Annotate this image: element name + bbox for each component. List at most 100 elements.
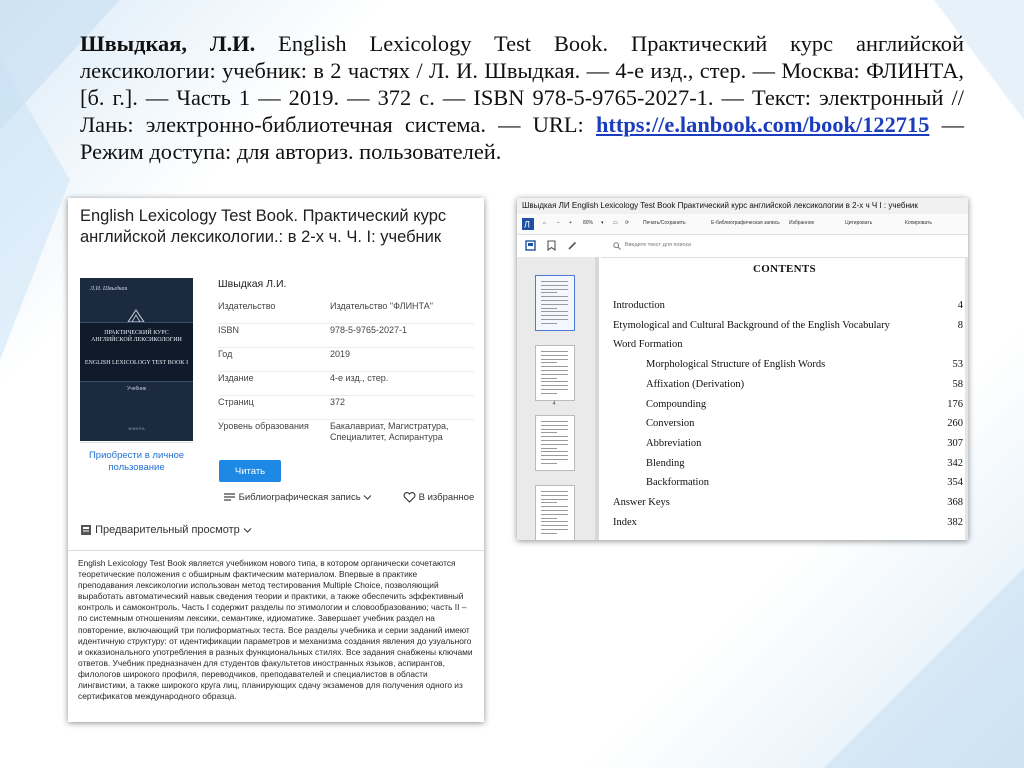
page-thumbnail[interactable] [535, 485, 575, 540]
toc-title: CONTENTS [753, 263, 816, 275]
citation-author: Швыдкая, Л.И. [80, 31, 256, 56]
toc-entry-title: Backformation [646, 477, 709, 489]
chevron-down-icon [243, 527, 252, 533]
meta-value: Бакалавриат, Магистратура, Специалитет, … [330, 421, 449, 442]
meta-key: ISBN [218, 325, 240, 335]
toolbar-favorites[interactable]: Избранное [789, 220, 814, 226]
toc-entry-page: 4 [957, 300, 963, 311]
toolbar-copy[interactable]: Копировать [905, 220, 932, 226]
toc-entry-page: 176 [947, 398, 963, 410]
meta-row: Год 2019 [218, 349, 474, 372]
page-thumbnail[interactable] [535, 415, 575, 471]
heart-icon [403, 492, 416, 503]
preview-toggle[interactable]: Предварительный просмотр [80, 524, 252, 536]
meta-key: Уровень образования [218, 421, 309, 431]
search-input[interactable] [625, 239, 825, 251]
toc-entry-page: 368 [947, 497, 963, 508]
viewer-toolbar: Л ⌂ − + 80% ▾ ▭ ⟳ Печать/Сохранить Е-биб… [517, 214, 968, 235]
toc-entry-title: Compounding [646, 398, 707, 410]
rotate-icon[interactable]: ⟳ [625, 220, 629, 226]
thumbnails-icon[interactable] [525, 240, 536, 251]
toc-entry-title: Morphological Structure of English Words [646, 359, 826, 371]
meta-row: Издание 4-е изд., стер. [218, 373, 474, 396]
toc-entry-page: 307 [947, 437, 963, 449]
meta-key: Страниц [218, 397, 254, 407]
thumbnail-scrollbar[interactable] [595, 257, 599, 540]
toc-entry-title: Answer Keys [613, 497, 670, 508]
toc-entry-title: Introduction [613, 300, 665, 311]
meta-row: Издательство Издательство "ФЛИНТА" [218, 301, 474, 324]
meta-key: Издание [218, 373, 254, 383]
thumbnail-page-number: 4 [552, 401, 556, 407]
page-scrollbar[interactable] [965, 257, 968, 540]
favorites-button[interactable]: В избранное [403, 492, 474, 503]
zoom-level[interactable]: 80% [583, 220, 593, 226]
read-button[interactable]: Читать [219, 460, 281, 482]
meta-key: Год [218, 349, 233, 359]
page-thumbnail[interactable] [535, 345, 575, 401]
toolbar-cite[interactable]: Цитировать [845, 220, 872, 226]
toc-entry-page: 354 [947, 477, 963, 489]
page-thumbnails: 4 [517, 257, 595, 540]
meta-value: 978-5-9765-2027-1 [330, 325, 408, 335]
pdf-viewer-screenshot: Швыдкая ЛИ English Lexicology Test Book … [517, 198, 968, 540]
toc-entry-page: 382 [947, 516, 963, 528]
toc-entry-page: 53 [952, 359, 964, 371]
toc-entry-title: Abbreviation [646, 437, 702, 449]
toc-entry-title: Word Formation [613, 339, 683, 351]
toc-entry-page: 8 [957, 319, 963, 331]
chevron-down-icon[interactable]: ▾ [601, 220, 604, 226]
cover-publisher: ФЛИНТА [128, 426, 145, 431]
bib-record-dropdown[interactable]: Библиографическая запись [223, 492, 372, 503]
meta-value: 372 [330, 397, 346, 407]
bibliography-icon [224, 493, 235, 502]
toc-entry-page: 58 [952, 378, 964, 390]
divider [80, 442, 193, 443]
home-icon[interactable]: ⌂ [543, 220, 546, 226]
lanbook-logo-icon: Л [522, 218, 534, 230]
toc-entry-title: Affixation (Derivation) [646, 378, 745, 390]
book-author: Швыдкая Л.И. [218, 278, 287, 290]
cover-author: Л.И. Швыдкая [90, 286, 128, 292]
pencil-icon[interactable] [567, 240, 578, 251]
bookmark-icon[interactable] [547, 240, 556, 251]
toolbar-bib-record[interactable]: Е-библиографическая запись [711, 220, 780, 226]
sidebar-tools [517, 235, 595, 258]
meta-value: 2019 [330, 349, 351, 359]
search-icon [613, 242, 621, 250]
zoom-in-icon[interactable]: + [569, 220, 572, 226]
svg-text:Л: Л [524, 220, 530, 230]
meta-value: 4-е изд., стер. [330, 373, 389, 383]
citation-url-link[interactable]: https://e.lanbook.com/book/122715 [596, 112, 929, 137]
book-cover[interactable]: Л.И. Швыдкая ПРАКТИЧЕСКИЙ КУРС АНГЛИЙСКО… [80, 278, 193, 441]
meta-row: Уровень образования Бакалавриат, Магистра… [218, 421, 474, 449]
zoom-out-icon[interactable]: − [557, 220, 560, 226]
chevron-down-icon [363, 495, 372, 500]
toc-entry-title: Conversion [646, 418, 695, 430]
bibliographic-citation: Швыдкая, Л.И. English Lexicology Test Bo… [80, 30, 964, 165]
book-title: English Lexicology Test Book. Практическ… [80, 207, 447, 246]
toc-entry-page: 260 [947, 418, 963, 430]
page-thumbnail[interactable] [535, 275, 575, 331]
toc-entry-title: Etymological and Cultural Background of … [613, 319, 890, 331]
toolbar-print[interactable]: Печать/Сохранить [643, 220, 686, 226]
buy-personal-link[interactable]: Приобрести в личное пользование [80, 450, 193, 474]
viewer-search [601, 235, 968, 258]
fit-page-icon[interactable]: ▭ [613, 220, 618, 226]
cover-title-ru: ПРАКТИЧЕСКИЙ КУРС АНГЛИЙСКОЙ ЛЕКСИКОЛОГИ… [91, 330, 182, 343]
meta-key: Издательство [218, 301, 276, 311]
preview-icon [81, 525, 91, 536]
cover-title-en: ENGLISH LEXICOLOGY TEST BOOK I [84, 360, 189, 366]
toc-entry-title: Index [613, 516, 637, 528]
favorites-label: В избранное [418, 492, 475, 504]
cover-edition: Учебник [126, 386, 147, 392]
bib-record-label: Библиографическая запись [238, 492, 361, 503]
meta-row: Страниц 372 [218, 397, 474, 420]
meta-value: Издательство "ФЛИНТА" [330, 301, 433, 311]
toc-entry-title: Blending [646, 457, 685, 469]
toc-entry-page: 342 [947, 457, 963, 469]
viewer-window-title: Швыдкая ЛИ English Lexicology Test Book … [517, 198, 968, 214]
lanbook-screenshot: English Lexicology Test Book. Практическ… [68, 198, 484, 722]
pdf-page: CONTENTS Introduction 4 Etymological and C… [601, 258, 968, 540]
divider [68, 550, 484, 551]
